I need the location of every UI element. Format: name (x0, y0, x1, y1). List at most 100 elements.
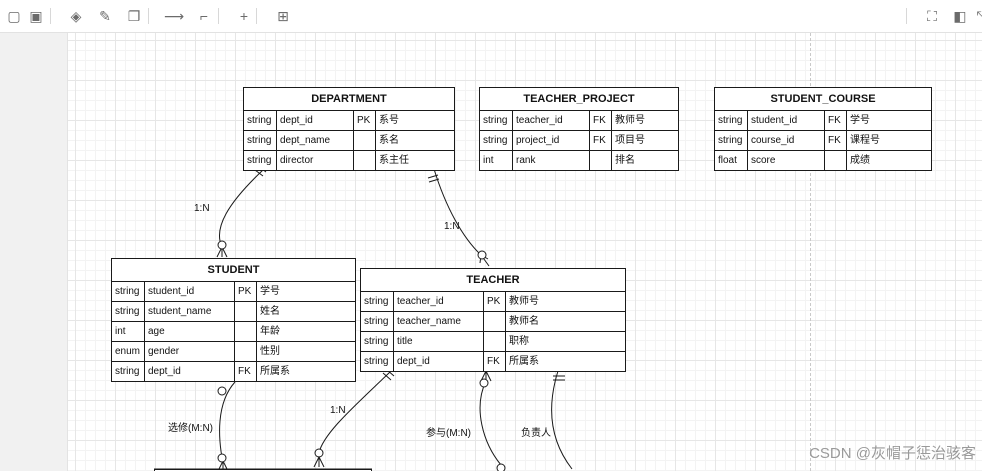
field-key: FK (590, 131, 612, 150)
entity-title: STUDENT (112, 259, 355, 282)
table-icon[interactable]: ⊞ (273, 6, 293, 26)
field-desc: 姓名 (260, 306, 280, 317)
field-desc: 性别 (260, 346, 280, 357)
collapse-icon[interactable]: ⤡ (972, 6, 982, 26)
entity-title: DEPARTMENT (244, 88, 454, 111)
toolbar: ▢ ▣ ◈ ✎ ❐ ⟶ ⌐ + ⊞ ⛶ ◧ ⤡ (0, 0, 982, 33)
field-name: director (277, 151, 354, 170)
field-name: dept_name (277, 131, 354, 150)
field-row[interactable]: string director 系主任 (244, 151, 454, 170)
field-row[interactable]: float score 成绩 (715, 151, 931, 170)
field-row[interactable]: string course_id FK 课程号 (715, 131, 931, 151)
field-desc: 系号 (379, 115, 399, 126)
entity-title: TEACHER_PROJECT (480, 88, 678, 111)
field-type: string (361, 312, 394, 331)
entity-student-course[interactable]: STUDENT_COURSE string student_id FK 学号 string… (714, 87, 932, 171)
to-front-icon[interactable]: ▢ (4, 6, 24, 26)
field-type: float (715, 151, 748, 170)
field-type: string (112, 302, 145, 321)
crow-teacher-lower (313, 455, 325, 468)
field-row[interactable]: string student_id PK 学号 (112, 282, 355, 302)
field-desc: 学号 (850, 115, 870, 126)
entity-title: STUDENT_COURSE (715, 88, 931, 111)
circle-dept-teacher (477, 250, 487, 260)
field-row[interactable]: int rank 排名 (480, 151, 678, 170)
field-desc: 所属系 (509, 356, 539, 367)
field-type: string (112, 362, 145, 381)
toolbar-separator (256, 8, 257, 24)
field-key: FK (484, 352, 506, 371)
tick-teacher-lead (553, 375, 565, 381)
entity-title: TEACHER (361, 269, 625, 292)
field-row[interactable]: string dept_name 系名 (244, 131, 454, 151)
field-row[interactable]: string dept_id PK 系号 (244, 111, 454, 131)
field-name: dept_id (145, 362, 235, 381)
label-teacher-project: 参与(M:N) (426, 428, 471, 439)
field-desc: 教师号 (615, 115, 645, 126)
shadow-icon[interactable]: ❐ (124, 6, 144, 26)
field-key (590, 151, 612, 170)
label-teacher-lower: 1:N (330, 405, 346, 416)
fill-color-icon[interactable]: ◈ (66, 6, 86, 26)
field-key (235, 342, 257, 361)
field-desc: 年龄 (260, 326, 280, 337)
format-panel-icon[interactable]: ◧ (950, 6, 970, 26)
entity-department[interactable]: DEPARTMENT string dept_id PK 系号 string dept_na… (243, 87, 455, 171)
entity-teacher-project[interactable]: TEACHER_PROJECT string teacher_id FK 教师号 stri… (479, 87, 679, 171)
field-name: course_id (748, 131, 825, 150)
field-row[interactable]: string student_name 姓名 (112, 302, 355, 322)
fullscreen-icon[interactable]: ⛶ (922, 6, 942, 26)
field-name: project_id (513, 131, 590, 150)
field-name: age (145, 322, 235, 341)
field-key: FK (825, 111, 847, 130)
line-color-icon[interactable]: ✎ (95, 6, 115, 26)
insert-icon[interactable]: + (234, 6, 254, 26)
entity-student[interactable]: STUDENT string student_id PK 学号 string student… (111, 258, 356, 382)
field-row[interactable]: string dept_id FK 所属系 (361, 352, 625, 371)
watermark: CSDN @灰帽子惩治骇客 (809, 445, 976, 462)
field-key: FK (825, 131, 847, 150)
field-name: teacher_id (394, 292, 484, 311)
field-key: PK (235, 282, 257, 301)
field-desc: 学号 (260, 286, 280, 297)
field-name: rank (513, 151, 590, 170)
field-row[interactable]: string project_id FK 项目号 (480, 131, 678, 151)
field-type: string (480, 111, 513, 130)
field-row[interactable]: string teacher_id FK 教师号 (480, 111, 678, 131)
field-name: dept_id (394, 352, 484, 371)
field-type: string (715, 131, 748, 150)
field-key: FK (590, 111, 612, 130)
field-row[interactable]: string teacher_id PK 教师号 (361, 292, 625, 312)
field-desc: 职称 (509, 336, 529, 347)
field-row[interactable]: string dept_id FK 所属系 (112, 362, 355, 381)
field-row[interactable]: string teacher_name 教师名 (361, 312, 625, 332)
waypoints-icon[interactable]: ⌐ (194, 6, 214, 26)
field-row[interactable]: string student_id FK 学号 (715, 111, 931, 131)
field-key (354, 151, 376, 170)
field-name: student_name (145, 302, 235, 321)
field-desc: 成绩 (850, 155, 870, 166)
field-key (484, 332, 506, 351)
field-type: enum (112, 342, 145, 361)
field-desc: 系主任 (379, 155, 409, 166)
to-back-icon[interactable]: ▣ (26, 6, 46, 26)
field-key: PK (354, 111, 376, 130)
field-row[interactable]: string title 职称 (361, 332, 625, 352)
field-type: string (244, 151, 277, 170)
edge-teacher-lead (551, 370, 573, 470)
field-key (484, 312, 506, 331)
field-type: string (480, 131, 513, 150)
field-key (235, 322, 257, 341)
field-row[interactable]: enum gender 性别 (112, 342, 355, 362)
field-desc: 教师名 (509, 316, 539, 327)
shape-panel[interactable] (0, 33, 68, 471)
field-type: string (244, 111, 277, 130)
diagram-canvas[interactable]: DEPARTMENT string dept_id PK 系号 string dept_na… (68, 33, 982, 471)
entity-teacher[interactable]: TEACHER string teacher_id PK 教师号 string teache… (360, 268, 626, 372)
label-dept-teacher: 1:N (444, 221, 460, 232)
circle-teacher-lower (314, 448, 324, 458)
field-type: string (715, 111, 748, 130)
field-name: teacher_id (513, 111, 590, 130)
field-row[interactable]: int age 年龄 (112, 322, 355, 342)
connection-icon[interactable]: ⟶ (164, 6, 184, 26)
